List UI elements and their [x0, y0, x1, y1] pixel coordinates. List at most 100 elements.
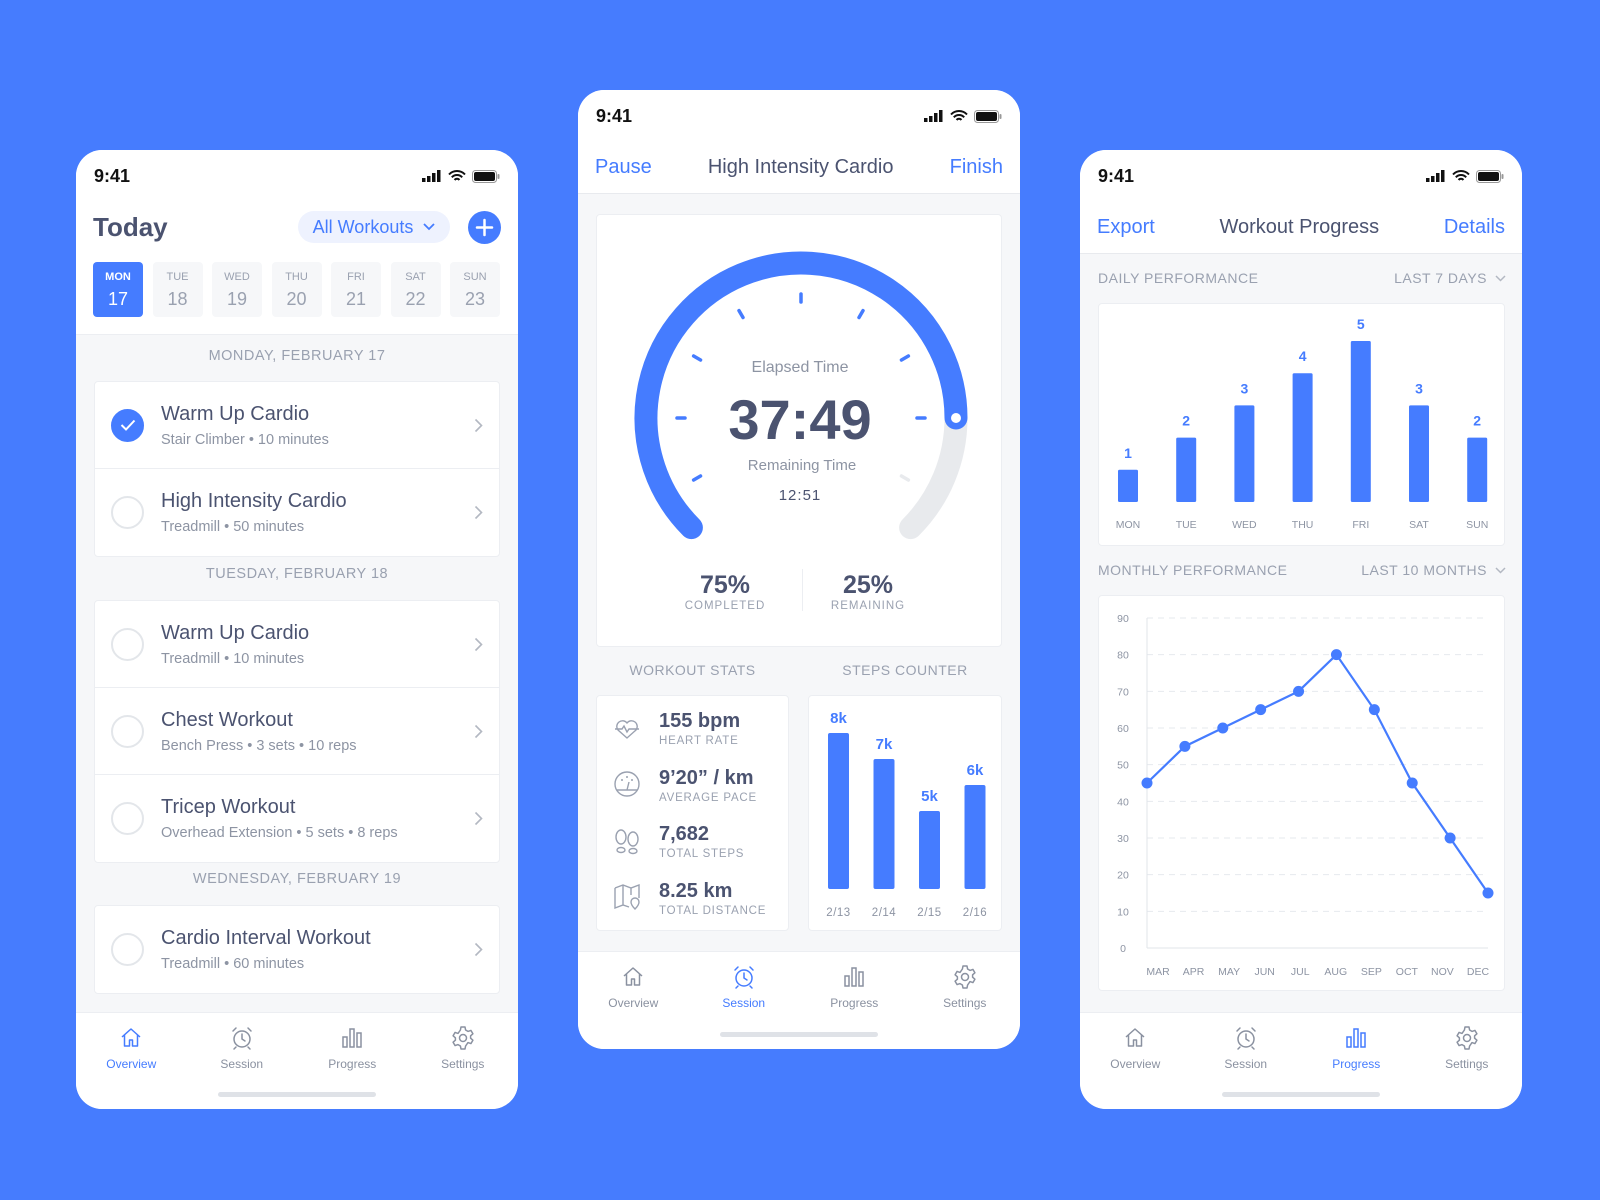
daily-day-label: MON: [1116, 519, 1141, 531]
completion-checkbox[interactable]: [111, 714, 144, 748]
tab-label: Session: [220, 1057, 264, 1071]
tab-label: Settings: [441, 1057, 485, 1071]
day-mon[interactable]: MON 17: [93, 262, 143, 317]
day-thu[interactable]: THU 20: [271, 262, 322, 317]
tab-label: Overview: [106, 1057, 157, 1071]
daily-bar: [1467, 437, 1488, 502]
battery-icon: [472, 169, 500, 183]
workout-filter-dropdown[interactable]: All Workouts: [298, 211, 450, 243]
daily-value-label: 1: [1124, 445, 1132, 461]
tab-label: Session: [1224, 1057, 1268, 1071]
day-name: WED: [224, 271, 250, 283]
workout-item[interactable]: Tricep Workout Overhead Extension • 5 set…: [95, 775, 499, 862]
completion-checkbox[interactable]: [111, 627, 144, 661]
day-tue[interactable]: TUE 18: [152, 262, 203, 317]
add-workout-button[interactable]: [468, 211, 501, 244]
steps-bar: [919, 811, 940, 889]
workout-group: Warm Up Cardio Treadmill • 10 minutes Che…: [94, 600, 500, 863]
overview-screen: 9:41 Today All Workouts MON 17 TUE 18 WED 19 T…: [76, 150, 518, 1109]
monthly-point: [1406, 777, 1418, 789]
status-bar: 9:41: [76, 150, 518, 202]
alarm-clock-icon: [734, 966, 754, 989]
month-label: NOV: [1431, 966, 1454, 978]
workout-item[interactable]: Cardio Interval Workout Treadmill • 60 mi…: [95, 906, 499, 993]
daily-value-label: 4: [1299, 348, 1307, 364]
completion-checkbox[interactable]: [111, 496, 144, 529]
workout-item[interactable]: Warm Up Cardio Stair Climber • 10 minutes: [95, 382, 499, 469]
monthly-point: [1293, 685, 1305, 697]
daily-bar: [1118, 469, 1138, 502]
alarm-clock-icon: [232, 1027, 252, 1050]
home-indicator: [1222, 1092, 1380, 1097]
completion-checkbox[interactable]: [111, 802, 144, 835]
completion-checkbox[interactable]: [111, 933, 144, 966]
steps-value-label: 7k: [876, 736, 893, 753]
monthly-line: [1146, 652, 1489, 894]
month-label: JUL: [1291, 966, 1310, 978]
month-label: MAR: [1146, 966, 1170, 978]
day-name: FRI: [347, 271, 365, 283]
day-fri[interactable]: FRI 21: [331, 262, 381, 317]
day-name: TUE: [166, 271, 189, 283]
y-tick-label: 0: [1120, 943, 1126, 955]
tab-label: Session: [722, 996, 766, 1010]
workout-item[interactable]: Warm Up Cardio Treadmill • 10 minutes: [95, 601, 499, 688]
chevron-right-icon: [474, 811, 483, 826]
tab-overview[interactable]: Overview: [1080, 1013, 1191, 1109]
day-date: 22: [405, 289, 426, 309]
day-date: 20: [286, 289, 307, 309]
steps-chart: 8k 2/13 7k 2/14 5k 2/15 6k 2/16: [826, 710, 986, 919]
status-time: 9:41: [94, 165, 131, 186]
tab-label: Settings: [943, 996, 987, 1010]
month-label: OCT: [1396, 966, 1419, 978]
workout-subtitle: Treadmill • 50 minutes: [161, 519, 305, 535]
daily-value-label: 5: [1357, 316, 1365, 332]
workout-subtitle: Overhead Extension • 5 sets • 8 reps: [161, 825, 398, 841]
workout-title: Tricep Workout: [161, 796, 296, 818]
tab-settings[interactable]: Settings: [408, 1013, 519, 1109]
chevron-down-icon: [423, 223, 435, 231]
y-tick-label: 60: [1117, 723, 1129, 735]
monthly-point: [1255, 704, 1267, 716]
tab-label: Progress: [830, 996, 879, 1010]
steps-value-label: 5k: [921, 788, 938, 805]
monthly-point: [1217, 722, 1229, 734]
day-name: THU: [285, 271, 308, 283]
day-date: 18: [167, 289, 188, 309]
bar-chart-icon: [844, 967, 864, 987]
tab-settings[interactable]: Settings: [910, 952, 1021, 1049]
completion-checkbox[interactable]: [111, 408, 144, 442]
monthly-point: [1179, 740, 1191, 752]
y-tick-label: 10: [1117, 906, 1129, 918]
tab-settings[interactable]: Settings: [1412, 1013, 1523, 1109]
steps-bar: [964, 785, 986, 889]
home-indicator: [720, 1032, 878, 1037]
day-name: SAT: [405, 271, 426, 283]
day-sat[interactable]: SAT 22: [390, 262, 441, 317]
workout-subtitle: Treadmill • 10 minutes: [161, 650, 305, 667]
daily-value-label: 2: [1182, 413, 1190, 429]
gear-icon: [954, 965, 976, 989]
daily-day-label: FRI: [1352, 519, 1369, 531]
daily-bar: [1292, 373, 1313, 502]
workout-title: High Intensity Cardio: [161, 490, 347, 512]
progress-charts: 1 MON 2 TUE 3 WED 4 THU 5 FRI 3 SAT 2 SUN 0 10 20 30 40 50 6…: [1116, 316, 1494, 978]
monthly-point: [1330, 649, 1342, 661]
steps-date-label: 2/13: [826, 907, 850, 919]
steps-bar: [828, 733, 849, 889]
day-name: SUN: [463, 271, 487, 283]
chevron-right-icon: [474, 418, 483, 432]
workout-item[interactable]: High Intensity Cardio Treadmill • 50 minu…: [95, 469, 499, 556]
day-sun[interactable]: SUN 23: [450, 262, 500, 317]
daily-bar: [1409, 405, 1429, 502]
day-wed[interactable]: WED 19: [212, 262, 262, 317]
chevron-right-icon: [474, 505, 483, 520]
home-icon: [623, 967, 643, 986]
steps-value-label: 6k: [967, 762, 984, 779]
monthly-point: [1482, 887, 1494, 899]
tab-overview[interactable]: Overview: [76, 1013, 187, 1109]
workout-subtitle: Treadmill • 60 minutes: [161, 956, 305, 972]
workout-item[interactable]: Chest Workout Bench Press • 3 sets • 10 r…: [95, 688, 499, 775]
workout-title: Warm Up Cardio: [161, 402, 310, 425]
tab-overview[interactable]: Overview: [578, 952, 689, 1049]
